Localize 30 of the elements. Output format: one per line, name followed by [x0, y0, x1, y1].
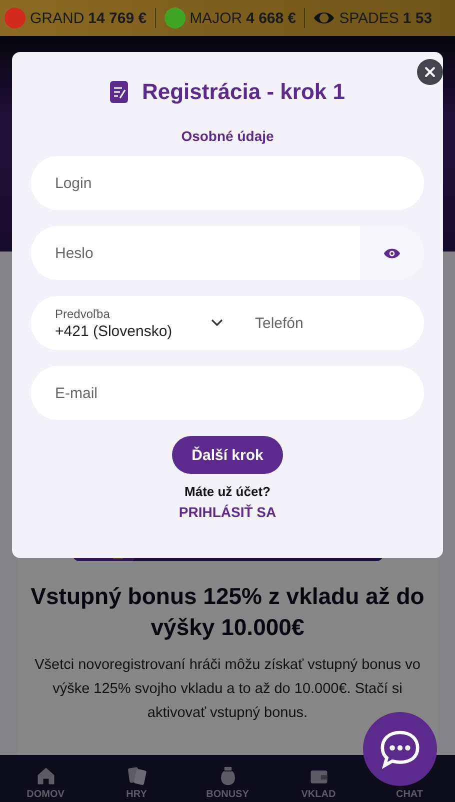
jackpot-amount: 14 769 € — [88, 10, 147, 26]
login-link[interactable]: PRIHLÁSIŤ SA — [178, 504, 276, 520]
nav-item[interactable]: BONUSY — [182, 765, 273, 800]
jackpot-amount: 1 53 — [402, 10, 432, 26]
close-button[interactable] — [417, 59, 443, 85]
next-step-button[interactable]: Ďalší krok — [172, 436, 284, 474]
nav-item[interactable]: CHAT — [364, 789, 455, 800]
email-field[interactable]: E-mail — [31, 366, 424, 420]
close-icon — [424, 66, 436, 78]
form-icon — [110, 81, 128, 103]
jackpot-amount: 4 668 € — [246, 10, 296, 26]
dialog-title: Registrácia - krok 1 — [142, 79, 345, 105]
jackpot-name: GRAND — [30, 10, 84, 26]
show-password-button[interactable] — [360, 226, 424, 280]
jackpot-name: SPADES — [339, 10, 399, 26]
chevron-down-icon — [211, 319, 223, 327]
prefix-select[interactable]: Predvoľba +421 (Slovensko) — [31, 296, 231, 350]
promo-heading: Vstupný bonus 125% z vkladu až do výšky 10.000€ — [30, 582, 426, 642]
section-heading: Osobné údaje — [181, 128, 274, 144]
jackpot-name: MAJOR — [190, 10, 242, 26]
password-field[interactable]: Heslo — [31, 226, 360, 280]
promo-text: Všetci novoregistrovaní hráči môžu získať vstupný bonus vo výške 125% svojho vkladu a to až do 10.000€. Stačí si aktivovať vstupný bonus. — [34, 656, 422, 723]
cards-icon — [126, 765, 148, 787]
account-question: Máte už účet? — [184, 484, 270, 499]
eye-icon — [383, 246, 401, 260]
nav-item[interactable]: HRY — [91, 765, 182, 800]
nav-item[interactable]: DOMOV — [0, 765, 91, 800]
nav-item[interactable]: VKLAD — [273, 765, 364, 800]
phone-field[interactable]: Telefón — [231, 296, 424, 350]
login-field[interactable]: Login — [31, 156, 424, 210]
